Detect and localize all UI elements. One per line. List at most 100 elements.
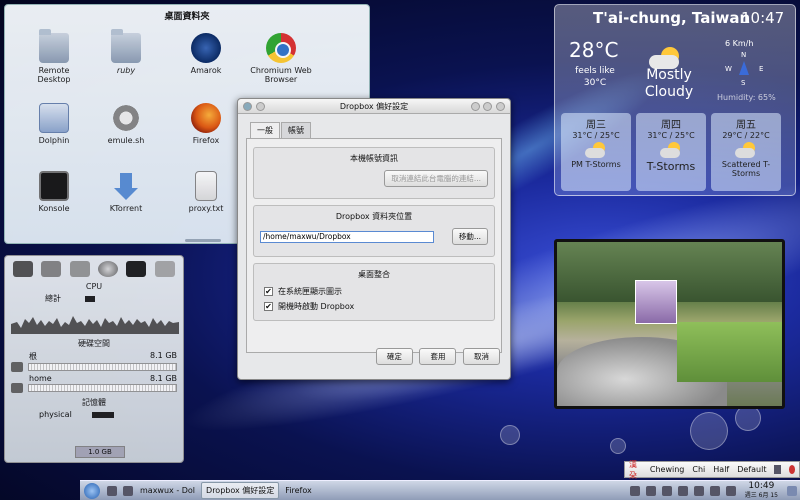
desktop-group-title: 桌面整合 xyxy=(358,270,390,279)
dropbox-preferences-dialog: Dropbox 偏好設定 一般 帳號 本機帳號資訊 取消連結此台電腦的連結...… xyxy=(237,98,511,380)
harddisk-icon xyxy=(11,383,23,393)
desktop-item-konsole[interactable]: Konsole xyxy=(23,171,85,213)
clipboard-tray-icon[interactable] xyxy=(693,485,704,496)
cpu-label: CPU xyxy=(85,282,103,291)
checkbox-checked-icon[interactable]: ✔ xyxy=(264,287,273,296)
battery-tray-icon[interactable] xyxy=(709,485,720,496)
script-icon xyxy=(111,103,141,133)
taskbar: maxwux - Dol Dropbox 偏好設定 Firefox 10:49 … xyxy=(80,480,800,500)
memory-graph: 1.0 GB xyxy=(75,446,125,458)
dialog-pin-icon[interactable] xyxy=(256,102,265,111)
compass-east: E xyxy=(759,65,764,73)
account-info-group: 本機帳號資訊 取消連結此台電腦的連結... xyxy=(253,147,495,199)
task-firefox[interactable]: Firefox xyxy=(281,484,315,497)
desktop-item-firefox[interactable]: Firefox xyxy=(175,103,237,145)
ok-button[interactable]: 確定 xyxy=(375,348,413,365)
tab-account[interactable]: 帳號 xyxy=(281,122,311,138)
desktop-item-ruby[interactable]: ruby xyxy=(95,29,157,75)
desktop-item-emule[interactable]: emule.sh xyxy=(95,103,157,145)
photo-sign xyxy=(635,280,677,324)
im-default-button[interactable]: Default xyxy=(737,465,766,474)
im-mode-button[interactable]: 漢 朶 xyxy=(629,459,642,481)
dropbox-tray-icon[interactable] xyxy=(629,485,640,496)
show-tray-icon-option[interactable]: ✔ 在系統匣顯示圖示 xyxy=(264,286,488,297)
firefox-icon xyxy=(191,103,221,133)
dialog-titlebar[interactable]: Dropbox 偏好設定 xyxy=(238,99,510,114)
memory-section-label: 記憶體 xyxy=(82,398,106,407)
maximize-icon[interactable] xyxy=(483,102,492,111)
unlink-computer-button[interactable]: 取消連結此台電腦的連結... xyxy=(384,170,488,187)
network-tray-icon[interactable] xyxy=(645,485,656,496)
storm-icon xyxy=(660,142,682,158)
dropbox-folder-path-field[interactable] xyxy=(260,230,434,243)
dolphin-icon xyxy=(39,103,69,133)
folder-icon xyxy=(39,29,69,63)
task-dropbox-preferences[interactable]: Dropbox 偏好設定 xyxy=(201,482,280,499)
disk-root-size: 8.1 GB xyxy=(150,351,177,360)
network-icon[interactable] xyxy=(98,261,119,277)
chromium-icon xyxy=(266,33,296,63)
harddisk-icon xyxy=(11,362,23,372)
folder-view-scrollbar[interactable] xyxy=(185,239,221,242)
wallpaper-bubble xyxy=(690,412,728,450)
picture-frame-widget xyxy=(554,239,785,409)
dialog-menu-icon[interactable] xyxy=(243,102,252,111)
move-folder-button[interactable]: 移動... xyxy=(451,228,488,245)
im-engine-button[interactable]: Chewing xyxy=(650,465,685,474)
cpu-icon[interactable] xyxy=(13,261,34,277)
cashew-icon[interactable] xyxy=(787,485,797,496)
clock-time: 10:49 xyxy=(748,480,775,491)
compass-north: N xyxy=(741,51,747,59)
im-chi-button[interactable]: Chi xyxy=(692,465,705,474)
wallpaper-bubble xyxy=(500,425,520,445)
minimize-icon[interactable] xyxy=(471,102,480,111)
input-method-bar: 漢 朶 Chewing Chi Half Default xyxy=(624,459,800,481)
photo-grass xyxy=(677,322,782,382)
memory-total: 1.0 GB xyxy=(88,448,112,456)
general-page: 本機帳號資訊 取消連結此台電腦的連結... Dropbox 資料夾位置 移動..… xyxy=(246,138,502,353)
disk-home-name: home xyxy=(29,374,52,383)
weather-humidity: Humidity: 65% xyxy=(717,93,776,102)
desktop-pager-icon[interactable] xyxy=(123,485,133,496)
weather-cloud-icon xyxy=(649,47,683,69)
harddisk-icon[interactable] xyxy=(41,261,62,277)
checkbox-checked-icon[interactable]: ✔ xyxy=(264,302,273,311)
cpu-graph-area xyxy=(11,316,179,334)
konsole-icon xyxy=(39,171,69,201)
start-on-boot-option[interactable]: ✔ 開機時啟動 Dropbox xyxy=(264,301,488,312)
desktop-item-ktorrent[interactable]: KTorrent xyxy=(95,171,157,213)
amarok-icon xyxy=(191,33,221,63)
hardware-icon[interactable] xyxy=(69,261,90,277)
apply-button[interactable]: 套用 xyxy=(419,348,457,365)
temperature-icon[interactable] xyxy=(154,261,175,277)
memory-icon[interactable] xyxy=(126,261,147,277)
notification-tray-icon[interactable] xyxy=(725,485,736,496)
task-dolphin[interactable]: maxwux - Dol xyxy=(136,484,199,497)
clock-date: 週三 6月 15 xyxy=(744,491,778,499)
im-half-button[interactable]: Half xyxy=(713,465,729,474)
desktop-item-remote-desktop[interactable]: Remote Desktop xyxy=(23,29,85,84)
desktop-item-dolphin[interactable]: Dolphin xyxy=(23,103,85,145)
tab-general[interactable]: 一般 xyxy=(250,122,280,138)
desktop-pager-icon[interactable] xyxy=(107,485,117,496)
keyboard-tray-icon[interactable] xyxy=(677,485,688,496)
volume-tray-icon[interactable] xyxy=(661,485,672,496)
disk-home-bar xyxy=(28,384,177,392)
clock[interactable]: 10:49 週三 6月 15 xyxy=(744,480,778,500)
desktop-item-chromium[interactable]: Chromium Web Browser xyxy=(250,33,312,84)
desktop-item-amarok[interactable]: Amarok xyxy=(175,33,237,75)
cancel-button[interactable]: 取消 xyxy=(463,348,500,365)
close-icon[interactable] xyxy=(496,102,505,111)
kickoff-menu-icon[interactable] xyxy=(84,482,100,499)
im-help-icon[interactable] xyxy=(788,465,795,474)
dialog-title: Dropbox 偏好設定 xyxy=(339,102,409,111)
disk-section-label: 硬碟空間 xyxy=(78,339,110,348)
disk-root-name: 根 xyxy=(29,352,37,361)
weather-feels-like: feels like 30°C xyxy=(575,66,615,88)
im-settings-icon[interactable] xyxy=(774,465,781,474)
weather-location: T'ai-chung, Taiwan xyxy=(593,9,751,27)
forecast-day-1: 周三 31°C / 25°C PM T-Storms xyxy=(561,113,631,191)
desktop-item-proxy-txt[interactable]: proxy.txt xyxy=(175,171,237,213)
cpu-total-swatch xyxy=(85,295,95,302)
compass: N W E S xyxy=(723,51,767,91)
